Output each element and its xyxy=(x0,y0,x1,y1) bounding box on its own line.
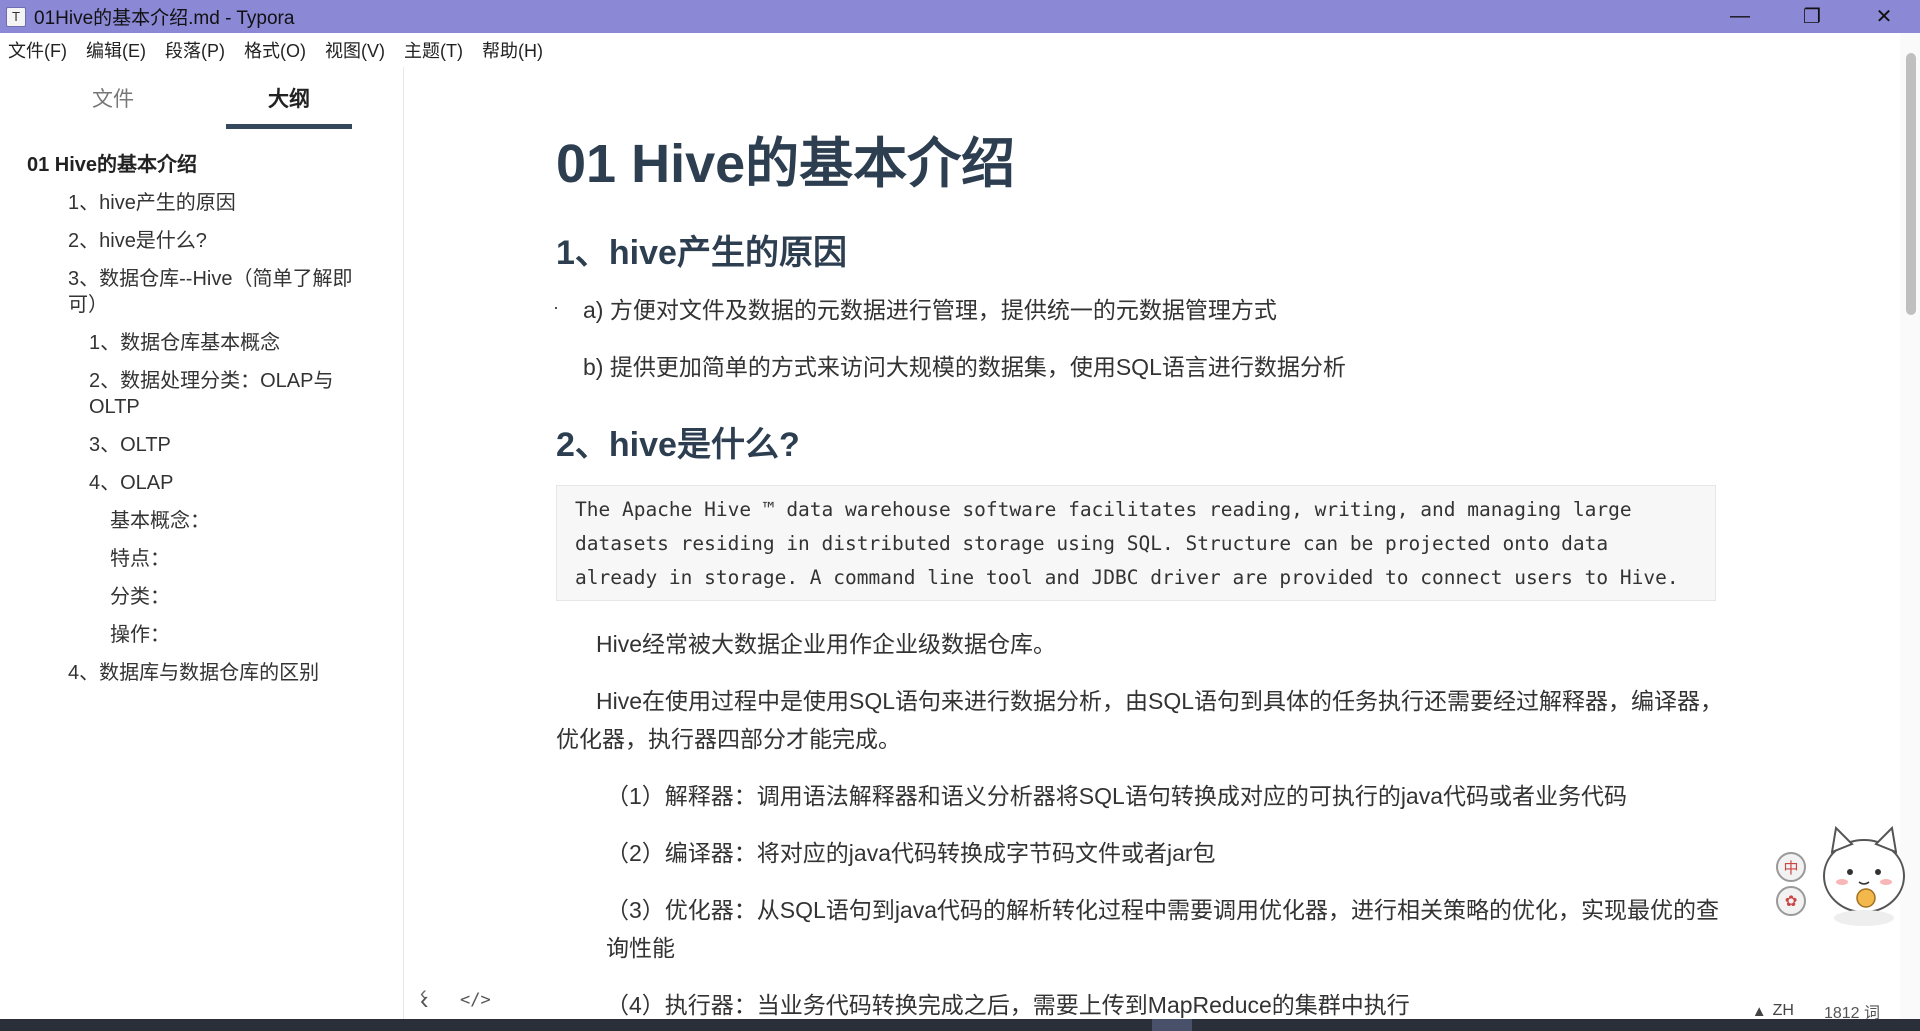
title-bar[interactable]: T 01Hive的基本介绍.md - Typora — ❐ ✕ xyxy=(0,0,1920,33)
language-indicator[interactable]: ZH xyxy=(1773,1002,1794,1020)
menu-view[interactable]: 视图(V) xyxy=(325,37,385,63)
floating-mascot-widget[interactable]: 中 ✿ xyxy=(1762,808,1920,943)
outline-list: 01 Hive的基本介绍 1、hive产生的原因 2、hive是什么? 3、数据… xyxy=(0,152,403,698)
scrollbar-thumb[interactable] xyxy=(1906,53,1916,315)
step-item: （2）编译器：将对应的java代码转换成字节码文件或者jar包 xyxy=(606,840,1216,866)
code-block: The Apache Hive ™ data warehouse softwar… xyxy=(556,485,1716,601)
menu-format[interactable]: 格式(O) xyxy=(244,37,306,63)
outline-item[interactable]: 操作： xyxy=(0,622,403,648)
document-title: 01 Hive的基本介绍 xyxy=(556,134,1016,194)
typora-app-icon: T xyxy=(6,6,26,27)
menu-file[interactable]: 文件(F) xyxy=(8,37,67,63)
taskbar-active-indicator xyxy=(1152,1019,1192,1031)
editor-pane[interactable]: 01 Hive的基本介绍 1、hive产生的原因 · a) 方便对文件及数据的元… xyxy=(404,67,1894,1019)
outline-item[interactable]: 基本概念： xyxy=(0,508,403,534)
menu-edit[interactable]: 编辑(E) xyxy=(86,37,146,63)
active-tab-indicator xyxy=(226,124,352,129)
section-heading-1: 1、hive产生的原因 xyxy=(556,234,847,272)
tab-outline[interactable]: 大纲 xyxy=(226,83,352,123)
close-button[interactable]: ✕ xyxy=(1848,0,1920,33)
bullet-icon: · xyxy=(553,297,559,317)
outline-item[interactable]: 特点： xyxy=(0,546,403,572)
paragraph: Hive在使用过程中是使用SQL语句来进行数据分析，由SQL语句到具体的任务执行… xyxy=(556,688,1724,752)
sidebar-tabs: 文件 大纲 xyxy=(0,83,403,133)
outline-item[interactable]: 01 Hive的基本介绍 xyxy=(0,152,403,178)
outline-item[interactable]: 2、数据处理分类：OLAP与OLTP xyxy=(0,368,403,420)
restore-icon: ❐ xyxy=(1803,6,1821,28)
cat-mascot-icon xyxy=(1823,825,1905,926)
section-heading-2: 2、hive是什么? xyxy=(556,426,800,464)
step-item: （4）执行器：当业务代码转换完成之后，需要上传到MapReduce的集群中执行 xyxy=(606,992,1410,1018)
menu-paragraph[interactable]: 段落(P) xyxy=(165,37,225,63)
outline-item[interactable]: 3、数据仓库--Hive（简单了解即可） xyxy=(0,266,403,318)
step-item: （1）解释器：调用语法解释器和语义分析器将SQL语句转换成对应的可执行的java… xyxy=(606,783,1628,809)
menu-bar: 文件(F) 编辑(E) 段落(P) 格式(O) 视图(V) 主题(T) 帮助(H… xyxy=(0,33,1908,67)
window-title: 01Hive的基本介绍.md - Typora xyxy=(34,8,295,29)
outline-item[interactable]: 4、数据库与数据仓库的区别 xyxy=(0,660,403,686)
minimize-button[interactable]: — xyxy=(1704,0,1776,33)
tab-files[interactable]: 文件 xyxy=(50,83,176,123)
warning-icon[interactable]: ▲ xyxy=(1752,1003,1767,1020)
flower-chip[interactable]: ✿ xyxy=(1776,886,1806,916)
outline-item[interactable]: 1、数据仓库基本概念 xyxy=(0,330,403,356)
outline-item[interactable]: 1、hive产生的原因 xyxy=(0,190,403,216)
list-item: b) 提供更加简单的方式来访问大规模的数据集，使用SQL语言进行数据分析 xyxy=(583,354,1346,380)
outline-item[interactable]: 4、OLAP xyxy=(0,470,403,496)
sidebar: 文件 大纲 01 Hive的基本介绍 1、hive产生的原因 2、hive是什么… xyxy=(0,67,427,1019)
ime-chip[interactable]: 中 xyxy=(1776,852,1806,882)
outline-item[interactable]: 2、hive是什么? xyxy=(0,228,403,254)
close-icon: ✕ xyxy=(1875,6,1893,28)
paragraph: Hive经常被大数据企业用作企业级数据仓库。 xyxy=(596,631,1057,657)
taskbar xyxy=(0,1019,1920,1031)
menu-help[interactable]: 帮助(H) xyxy=(482,37,543,63)
minimize-icon: — xyxy=(1730,5,1750,27)
list-item: a) 方便对文件及数据的元数据进行管理，提供统一的元数据管理方式 xyxy=(583,297,1277,323)
window-controls: — ❐ ✕ xyxy=(1704,0,1920,33)
restore-button[interactable]: ❐ xyxy=(1776,0,1848,33)
step-item: （3）优化器：从SQL语句到java代码的解析转化过程中需要调用优化器，进行相关… xyxy=(606,897,1720,961)
sidebar-footer: ‹ xyxy=(0,977,427,1019)
outline-item[interactable]: 3、OLTP xyxy=(0,432,403,458)
menu-theme[interactable]: 主题(T) xyxy=(404,37,463,63)
outline-item[interactable]: 分类： xyxy=(0,584,403,610)
